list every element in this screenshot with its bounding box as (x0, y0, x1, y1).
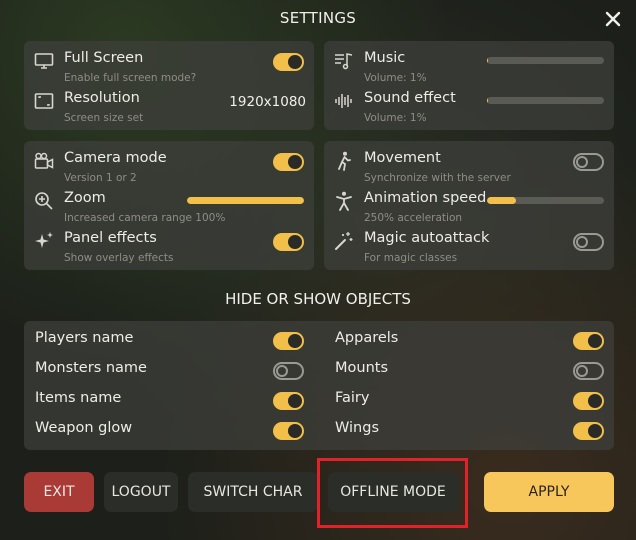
panel-effects-label: Panel effects (64, 230, 157, 246)
audio-card: Music Volume: 1% Sound effect Volume: 1% (324, 41, 614, 130)
logout-button[interactable]: LOGOUT (104, 472, 178, 512)
camera-mode-row: Camera mode Version 1 or 2 (24, 143, 314, 184)
wings-toggle[interactable] (573, 422, 604, 440)
weapon-glow-toggle[interactable] (273, 422, 304, 440)
music-icon (334, 51, 354, 71)
close-icon[interactable] (602, 8, 624, 30)
objects-section-title: HIDE OR SHOW OBJECTS (225, 290, 411, 308)
magic-autoattack-toggle[interactable] (573, 233, 604, 251)
resolution-icon (34, 91, 54, 111)
exit-button[interactable]: EXIT (24, 472, 94, 512)
walk-icon (334, 151, 354, 171)
animation-speed-label: Animation speed (364, 190, 487, 206)
music-slider-fill (487, 57, 489, 64)
zoom-slider[interactable] (187, 197, 304, 204)
panel-effects-row: Panel effects Show overlay effects (24, 223, 314, 264)
zoom-slider-fill (187, 197, 304, 204)
players-name-label: Players name (35, 330, 134, 346)
magic-wand-icon (334, 231, 354, 251)
magic-autoattack-sub: For magic classes (364, 252, 458, 264)
full-screen-row: Full Screen Enable full screen mode? (24, 43, 314, 84)
display-card: Full Screen Enable full screen mode? Res… (24, 41, 314, 130)
panel-effects-sub: Show overlay effects (64, 252, 174, 264)
soundwave-icon (334, 91, 354, 111)
camera-card: Camera mode Version 1 or 2 Zoom Increase… (24, 141, 314, 270)
full-screen-label: Full Screen (64, 50, 144, 66)
animation-speed-row: Animation speed 250% acceleration (324, 183, 614, 224)
resolution-value[interactable]: 1920x1080 (229, 94, 306, 110)
animation-speed-slider-fill (487, 197, 517, 204)
animation-speed-slider[interactable] (487, 197, 604, 204)
items-name-toggle[interactable] (273, 392, 304, 410)
music-row: Music Volume: 1% (324, 43, 614, 84)
sound-effect-slider[interactable] (487, 97, 604, 104)
magic-autoattack-row: Magic autoattack For magic classes (324, 223, 614, 264)
movement-toggle[interactable] (573, 153, 604, 171)
weapon-glow-label: Weapon glow (35, 420, 133, 436)
resolution-label: Resolution (64, 90, 140, 106)
fairy-label: Fairy (335, 390, 370, 406)
highlight-box (317, 458, 468, 528)
figure-icon (334, 191, 354, 211)
items-name-label: Items name (35, 390, 122, 406)
magic-autoattack-label: Magic autoattack (364, 230, 490, 246)
apply-button[interactable]: APPLY (484, 472, 614, 512)
resolution-sub: Screen size set (64, 112, 144, 124)
mounts-label: Mounts (335, 360, 389, 376)
movement-label: Movement (364, 150, 441, 166)
sparkle-icon (34, 231, 54, 251)
settings-title: SETTINGS (279, 9, 357, 27)
sound-effect-sub: Volume: 1% (364, 112, 427, 124)
zoom-label: Zoom (64, 190, 106, 206)
music-label: Music (364, 50, 406, 66)
monsters-name-toggle[interactable] (273, 362, 304, 380)
apparels-toggle[interactable] (573, 332, 604, 350)
fairy-toggle[interactable] (573, 392, 604, 410)
camera-icon (34, 151, 54, 171)
movement-row: Movement Synchronize with the server (324, 143, 614, 184)
sound-effect-row: Sound effect Volume: 1% (324, 83, 614, 124)
monsters-name-label: Monsters name (35, 360, 147, 376)
players-name-toggle[interactable] (273, 332, 304, 350)
camera-mode-toggle[interactable] (273, 153, 304, 171)
switch-char-button[interactable]: SWITCH CHAR (188, 472, 318, 512)
sound-effect-slider-fill (487, 97, 489, 104)
music-slider[interactable] (487, 57, 604, 64)
apparels-label: Apparels (335, 330, 399, 346)
mounts-toggle[interactable] (573, 362, 604, 380)
zoom-icon (34, 191, 54, 211)
panel-effects-toggle[interactable] (273, 233, 304, 251)
zoom-row: Zoom Increased camera range 100% (24, 183, 314, 224)
full-screen-toggle[interactable] (273, 53, 304, 71)
sound-effect-label: Sound effect (364, 90, 456, 106)
monitor-icon (34, 51, 54, 71)
objects-card: Players name Monsters name Items name We… (24, 321, 614, 450)
wings-label: Wings (335, 420, 379, 436)
gameplay-card: Movement Synchronize with the server Ani… (324, 141, 614, 270)
camera-mode-label: Camera mode (64, 150, 167, 166)
